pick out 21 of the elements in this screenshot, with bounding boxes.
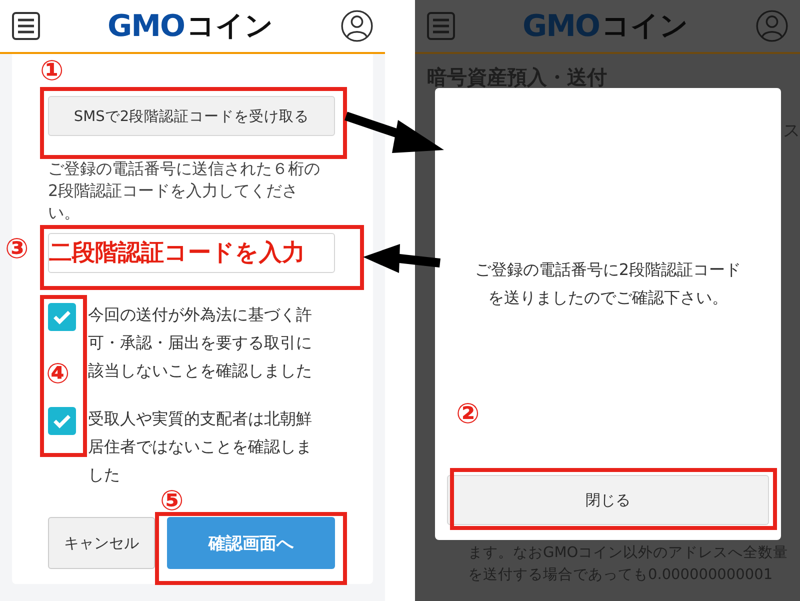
user-icon[interactable] — [340, 10, 373, 42]
sms-code-button[interactable]: SMSで2段階認証コードを受け取る — [48, 96, 335, 136]
checkbox[interactable] — [48, 407, 76, 435]
dialog-message: ご登録の電話番号に2段階認証コードを送りましたのでご確認下さい。 — [474, 259, 742, 309]
checkbox-label: 受取人や実質的支配者は北朝鮮居住者ではないことを確認しました — [88, 408, 313, 486]
step-number: ③ — [5, 233, 29, 265]
instruction-text: ご登録の電話番号に送信された６桁の2段階認証コードを入力してください。 — [48, 158, 321, 224]
step-number: ② — [456, 398, 480, 430]
close-button[interactable]: 閉じる — [447, 475, 769, 525]
step-number: ⑤ — [160, 490, 184, 512]
menu-icon[interactable] — [12, 12, 40, 40]
cancel-button[interactable]: キャンセル — [48, 517, 155, 569]
logo-text: GMO — [108, 8, 184, 44]
logo-text: コイン — [186, 8, 274, 44]
checkbox[interactable] — [48, 303, 76, 331]
logo-text: GMO — [522, 8, 600, 44]
checkbox-label: 今回の送付が外為法に基づく許可・承認・届出を要する取引に該当しないことを確認しました — [88, 304, 313, 382]
code-input-field[interactable]: 二段階認証コードを入力 — [48, 233, 335, 273]
logo-text: コイン — [601, 8, 688, 44]
step-number: ④ — [46, 358, 70, 390]
step-number: ① — [40, 55, 64, 87]
